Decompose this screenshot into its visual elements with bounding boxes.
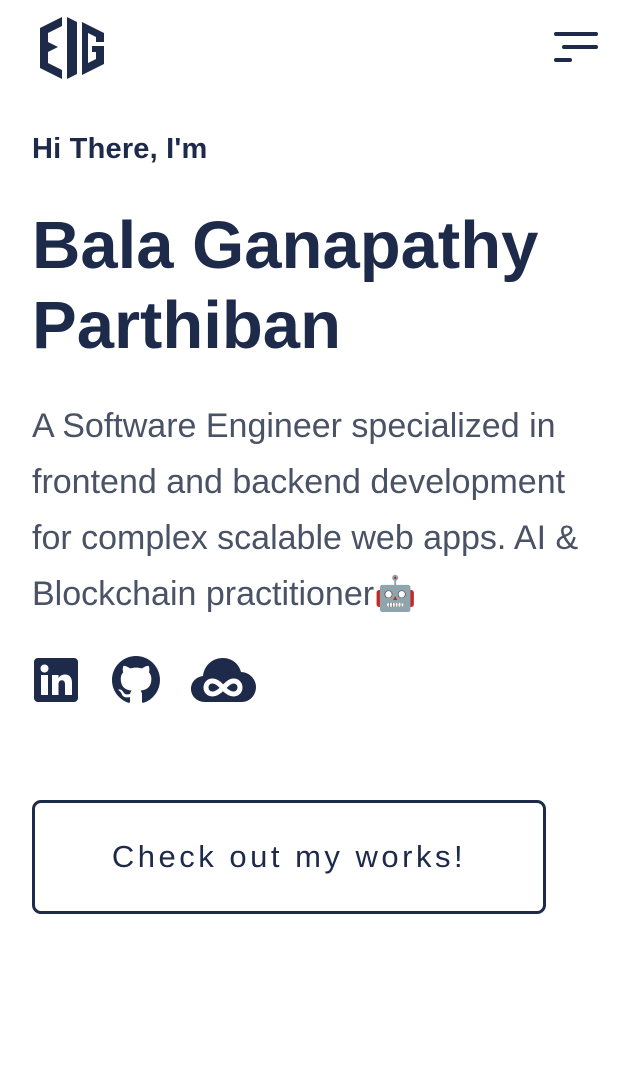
- linkedin-icon: [34, 658, 78, 702]
- hero-name-line2: Parthiban: [32, 288, 341, 363]
- github-link[interactable]: [112, 656, 160, 704]
- github-icon: [112, 656, 160, 703]
- hamburger-menu-button[interactable]: [552, 30, 600, 66]
- linkedin-link[interactable]: [34, 658, 78, 702]
- check-out-works-button[interactable]: Check out my works!: [32, 800, 546, 914]
- cloud-infinity-link[interactable]: [191, 656, 257, 704]
- bg-monogram-logo-icon[interactable]: [36, 14, 108, 82]
- hero-name-line1: Bala Ganapathy: [32, 208, 539, 283]
- cloud-infinity-icon: [191, 658, 256, 702]
- hero-greeting: Hi There, I'm: [32, 133, 208, 165]
- hero-name: Bala Ganapathy Parthiban: [32, 206, 612, 366]
- hero-bio: A Software Engineer specialized in front…: [32, 407, 579, 613]
- menu-bar-icon: [562, 45, 598, 49]
- menu-bar-icon: [554, 32, 598, 36]
- menu-bar-icon: [554, 58, 572, 62]
